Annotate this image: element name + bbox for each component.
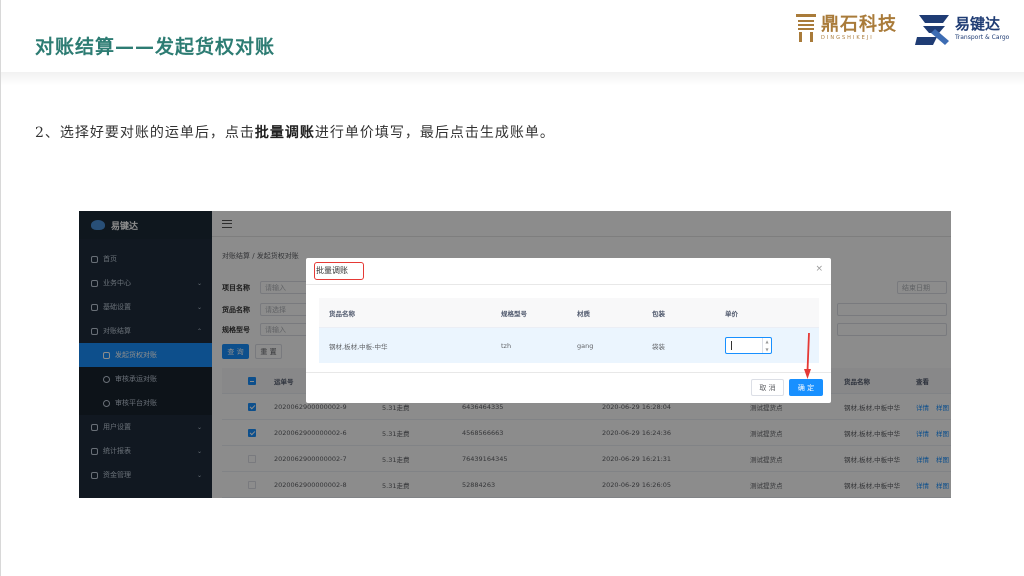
modal-table: 货品名称 规格型号 材质 包装 单价 钢材,板材,中板-中华 tzh gang … xyxy=(319,298,819,363)
red-arrow-icon xyxy=(804,333,811,379)
dingshi-logo-icon xyxy=(796,14,816,42)
cell-spec: tzh xyxy=(501,341,512,350)
instruction-bold: 批量调账 xyxy=(254,125,315,141)
confirm-button[interactable]: 确 定 xyxy=(789,379,823,396)
yijianda-logo-icon xyxy=(915,15,949,45)
yijianda-logo-text: 易键达 xyxy=(955,15,1001,33)
slide: 对账结算——发起货权对账 鼎石科技 DINGSHIKEJI 易键达 Transp… xyxy=(0,0,1024,576)
cell-material: gang xyxy=(577,341,594,350)
column-header: 货品名称 xyxy=(329,309,355,318)
modal-table-header: 货品名称 规格型号 材质 包装 单价 xyxy=(319,298,819,328)
cell-package: 袋装 xyxy=(652,342,665,351)
close-icon[interactable]: × xyxy=(815,264,823,274)
column-header: 规格型号 xyxy=(501,309,527,318)
app-screenshot: 易键达 首页 业务中心 ⌄ 基础设置 ⌄ 对账结算 ⌃ 发起货权对账 审核承运对账 审… xyxy=(79,211,951,498)
batch-adjust-modal: 批量调账 × 货品名称 规格型号 材质 包装 单价 钢材,板材,中板-中华 tz… xyxy=(306,258,831,403)
instruction-prefix: 2、选择好要对账的运单后，点击 xyxy=(35,125,255,141)
yijianda-logo: 易键达 Transport & Cargo xyxy=(915,10,1019,48)
modal-divider xyxy=(306,372,831,373)
column-header: 包装 xyxy=(652,309,665,318)
yijianda-logo-subtext: Transport & Cargo xyxy=(955,34,1010,41)
modal-title: 批量调账 xyxy=(316,266,348,275)
instruction-text: 2、选择好要对账的运单后，点击批量调账进行单价填写，最后点击生成账单。 xyxy=(35,122,555,142)
modal-divider xyxy=(306,284,831,285)
cell-goods: 钢材,板材,中板-中华 xyxy=(329,342,388,351)
dingshi-logo-subtext: DINGSHIKEJI xyxy=(821,34,874,41)
price-stepper[interactable]: ▲ ▼ xyxy=(762,338,771,353)
instruction-suffix: 进行单价填写，最后点击生成账单。 xyxy=(314,125,555,141)
cancel-button[interactable]: 取 消 xyxy=(751,379,784,396)
text-caret xyxy=(731,341,732,350)
table-row: 钢材,板材,中板-中华 tzh gang 袋装 ▲ ▼ xyxy=(319,328,819,363)
column-header: 材质 xyxy=(577,309,590,318)
unit-price-input[interactable]: ▲ ▼ xyxy=(725,337,772,354)
dingshi-logo-text: 鼎石科技 xyxy=(821,13,897,35)
column-header: 单价 xyxy=(725,309,738,318)
stepper-down-icon[interactable]: ▼ xyxy=(765,347,768,352)
title-divider xyxy=(1,72,1024,86)
slide-title: 对账结算——发起货权对账 xyxy=(35,36,276,58)
stepper-up-icon[interactable]: ▲ xyxy=(765,339,768,344)
dingshi-logo: 鼎石科技 DINGSHIKEJI xyxy=(796,12,908,44)
